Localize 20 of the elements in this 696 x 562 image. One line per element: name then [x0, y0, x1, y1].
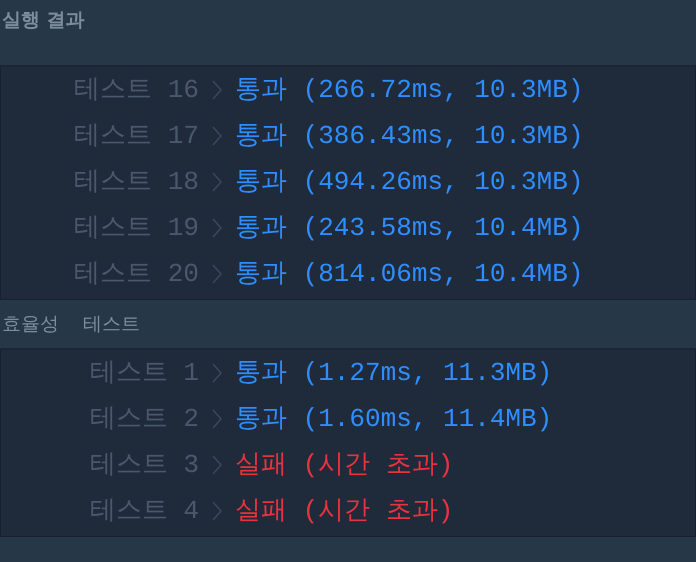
- chevron-icon: [211, 263, 223, 285]
- pass-result: 통과 (494.26ms, 10.3MB): [235, 166, 584, 198]
- section-heading: 효율성: [2, 312, 59, 337]
- fail-result: 실패 (시간 초과): [235, 494, 454, 528]
- pass-result: 통과 (1.27ms, 11.3MB): [235, 356, 552, 390]
- chevron-icon: [211, 362, 223, 384]
- chevron-icon: [211, 454, 223, 476]
- chevron-icon: [211, 171, 223, 193]
- section-heading: 테스트: [83, 312, 140, 337]
- chevron-icon: [211, 408, 223, 430]
- fail-result: 실패 (시간 초과): [235, 448, 454, 482]
- pass-result: 통과 (243.58ms, 10.4MB): [235, 212, 584, 244]
- pass-result: 통과 (1.60ms, 11.4MB): [235, 402, 552, 436]
- chevron-icon: [211, 79, 223, 101]
- chevron-icon: [211, 125, 223, 147]
- pass-result: 통과 (386.43ms, 10.3MB): [235, 120, 584, 152]
- pass-result: 통과 (814.06ms, 10.4MB): [235, 258, 584, 290]
- chevron-icon: [211, 217, 223, 239]
- chevron-icon: [211, 500, 223, 522]
- pass-result: 통과 (266.72ms, 10.3MB): [235, 74, 584, 106]
